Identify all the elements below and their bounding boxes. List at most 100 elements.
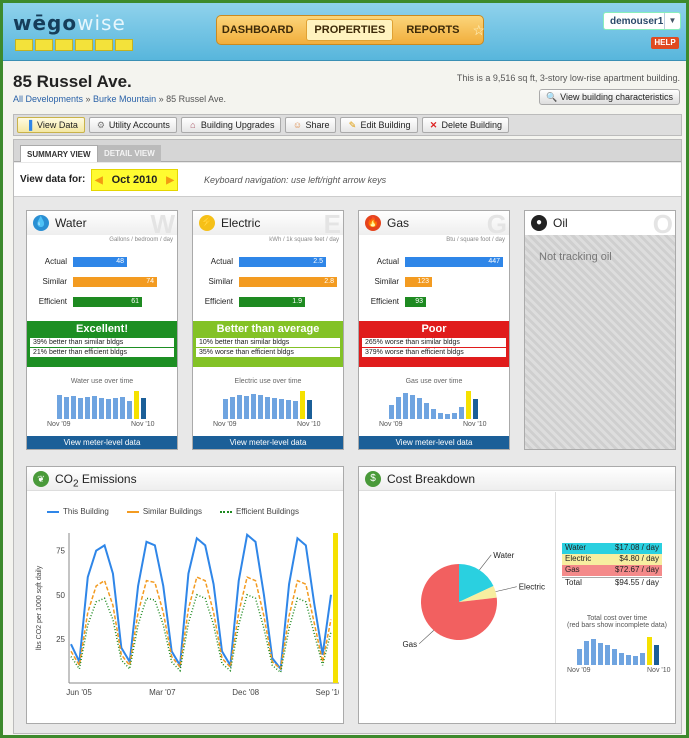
pencil-icon: ✎ — [348, 120, 357, 130]
card-unit: Gallons / bedroom / day — [109, 237, 173, 243]
not-tracking-text: Not tracking oil — [539, 251, 612, 263]
card-title: Gas — [387, 216, 410, 230]
cost-row-water: Water $17.08 / day — [562, 543, 662, 554]
verdict-box: Poor 265% worse than similar bldgs 379% … — [359, 321, 509, 367]
wegowise-logo[interactable]: wēgowise — [13, 11, 126, 35]
cost-row-gas: Gas $72.67 / day — [562, 565, 662, 576]
user-menu[interactable]: demouser1 ▼ — [603, 12, 681, 30]
co2-panel: ❦ CO2 Emissions This Building Similar Bu… — [26, 466, 344, 724]
usage-minichart — [57, 391, 146, 419]
view-data-label: View data for: — [20, 174, 86, 185]
period-selector-row: View data for: ◀ Oct 2010 ▶ Keyboard nav… — [14, 163, 681, 197]
usage-caption: Gas use over time — [405, 378, 463, 385]
view-characteristics-button[interactable]: 🔍 View building characteristics — [539, 89, 680, 105]
card-unit: Btu / square foot / day — [446, 237, 505, 243]
usage-minichart — [223, 391, 312, 419]
delete-x-icon: ✕ — [429, 120, 438, 130]
nav-properties[interactable]: PROPERTIES — [306, 19, 394, 41]
series-line-1 — [70, 576, 332, 671]
pie-label: Electric — [519, 583, 545, 592]
chart-icon: ▐ — [25, 120, 33, 130]
page-title: 85 Russel Ave. — [13, 72, 132, 91]
usage-minichart — [389, 391, 478, 419]
breadcrumb-all-developments[interactable]: All Developments — [13, 94, 83, 104]
cost-table: Water $17.08 / day Electric $4.80 / day Ga… — [562, 543, 662, 588]
breadcrumb-burke-mountain[interactable]: Burke Mountain — [93, 94, 156, 104]
efficient-bar: 93 — [405, 297, 426, 307]
cost-row-electric: Electric $4.80 / day — [562, 554, 662, 565]
leaf-icon: ❦ — [33, 471, 49, 487]
view-meter-data-link[interactable]: View meter-level data — [359, 436, 509, 449]
main-nav: DASHBOARD PROPERTIES REPORTS ☆ — [215, 15, 486, 45]
similar-bar: 123 — [405, 277, 432, 287]
actual-bar: 48 — [73, 257, 127, 267]
delete-building-button[interactable]: ✕ Delete Building — [421, 117, 510, 133]
flame-icon: 🔥 — [365, 215, 381, 231]
keyboard-hint: Keyboard navigation: use left/right arro… — [204, 175, 387, 185]
app-header: wēgowise DASHBOARD PROPERTIES REPORTS ☆ … — [3, 3, 686, 61]
efficient-bar: 1.9 — [239, 297, 305, 307]
share-button[interactable]: ☺ Share — [285, 117, 337, 133]
nav-dashboard[interactable]: DASHBOARD — [215, 20, 301, 40]
x-tick-label: Mar '07 — [149, 688, 176, 697]
next-period-icon[interactable]: ▶ — [166, 175, 174, 186]
y-axis-label: lbs CO2 per 1000 sqft daily — [36, 565, 43, 650]
view-data-button[interactable]: ▐ View Data — [17, 117, 85, 133]
water-drop-icon: 💧 — [33, 215, 49, 231]
cost-pie-chart: Water Electric Gas — [402, 551, 545, 649]
logo-bars — [15, 39, 133, 51]
series-line-2 — [70, 593, 332, 674]
x-tick-label: Dec '08 — [232, 688, 259, 697]
cost-row-total: Total $94.55 / day — [562, 577, 662, 588]
breadcrumb: All Developments » Burke Mountain » 85 R… — [13, 94, 226, 104]
y-tick-label: 50 — [56, 591, 65, 600]
gas-card: G 🔥 Gas Btu / square foot / day Actual 44… — [358, 210, 510, 450]
legend-similar-buildings: Similar Buildings — [142, 507, 202, 516]
x-tick-label: Jun '05 — [66, 688, 92, 697]
water-card: W 💧 Water Gallons / bedroom / day Actual… — [26, 210, 178, 450]
lightning-icon: ⚡ — [199, 215, 215, 231]
period-selector: ◀ Oct 2010 ▶ — [91, 169, 178, 191]
card-title: Water — [55, 216, 87, 230]
verdict-box: Excellent! 39% better than similar bldgs… — [27, 321, 177, 367]
pie-label: Gas — [402, 640, 417, 649]
card-title: Electric — [221, 216, 261, 230]
people-icon: ☺ — [292, 120, 303, 130]
actual-bar: 447 — [405, 257, 503, 267]
legend-this-building: This Building — [63, 507, 109, 516]
view-meter-data-link[interactable]: View meter-level data — [193, 436, 343, 449]
current-period-marker — [333, 533, 338, 683]
dollar-icon: $ — [365, 471, 381, 487]
co2-title: CO2 Emissions — [55, 472, 137, 490]
actual-bar: 2.5 — [239, 257, 326, 267]
search-icon: 🔍 — [546, 92, 558, 102]
oil-drop-icon: ● — [531, 215, 547, 231]
tab-detail-view[interactable]: DETAIL VIEW — [98, 145, 161, 162]
legend-efficient-buildings: Efficient Buildings — [235, 507, 299, 516]
verdict-box: Better than average 10% better than simi… — [193, 321, 343, 367]
star-icon[interactable]: ☆ — [473, 22, 486, 39]
chevron-down-icon[interactable]: ▼ — [664, 13, 680, 29]
gear-icon: ⚙ — [96, 120, 105, 130]
cost-panel: $ Cost Breakdown Water Electric Gas Water $… — [358, 466, 676, 724]
cost-title: Cost Breakdown — [387, 472, 476, 486]
view-meter-data-link[interactable]: View meter-level data — [27, 436, 177, 449]
nav-reports[interactable]: REPORTS — [399, 20, 466, 40]
data-panel: SUMMARY VIEW DETAIL VIEW View data for: … — [13, 139, 682, 734]
usage-caption: Water use over time — [70, 378, 134, 385]
tab-summary-view[interactable]: SUMMARY VIEW — [20, 145, 98, 162]
usage-caption: Electric use over time — [234, 378, 302, 385]
utility-accounts-button[interactable]: ⚙ Utility Accounts — [88, 117, 177, 133]
breadcrumb-current: 85 Russel Ave. — [166, 94, 226, 104]
app-frame: wēgowise DASHBOARD PROPERTIES REPORTS ☆ … — [3, 3, 686, 735]
cost-minichart — [577, 637, 659, 665]
building-toolbar: ▐ View Data ⚙ Utility Accounts ⌂ Building U… — [13, 114, 682, 136]
card-unit: kWh / 1k square feet / day — [269, 237, 339, 243]
edit-building-button[interactable]: ✎ Edit Building — [340, 117, 418, 133]
building-upgrades-button[interactable]: ⌂ Building Upgrades — [180, 117, 282, 133]
prev-period-icon[interactable]: ◀ — [95, 175, 103, 186]
y-tick-label: 75 — [56, 547, 65, 556]
help-button[interactable]: HELP — [651, 37, 679, 49]
building-description: This is a 9,516 sq ft, 3-story low-rise … — [456, 73, 680, 83]
view-tabs: SUMMARY VIEW DETAIL VIEW — [14, 140, 681, 162]
